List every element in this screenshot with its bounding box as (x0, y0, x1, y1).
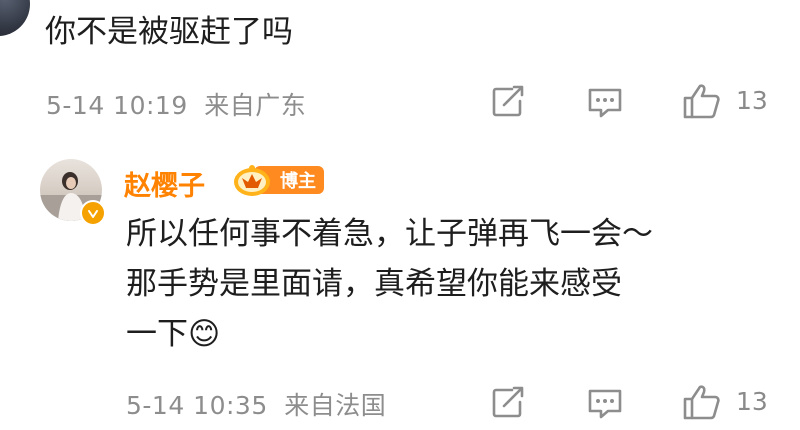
username[interactable]: 赵樱子 (124, 164, 205, 203)
like-count: 13 (736, 86, 768, 115)
comment-text-line: 一下😊 (126, 310, 220, 358)
comment-meta: 5-14 10:19 来自广东 (46, 86, 306, 122)
avatar-previous[interactable] (0, 0, 30, 36)
comment-icon[interactable] (586, 86, 624, 120)
share-icon[interactable] (490, 386, 526, 420)
share-icon[interactable] (490, 85, 526, 119)
comment-source: 来自广东 (204, 91, 307, 120)
smile-emoji: 😊 (188, 316, 221, 352)
comment-meta: 5-14 10:35 来自法国 (126, 386, 386, 422)
comment-text-line: 那手势是里面请，真希望你能来感受 (126, 266, 622, 302)
thumbs-up-icon[interactable] (682, 82, 722, 120)
comment-text-line: 所以任何事不着急，让子弹再飞一会～ (126, 216, 653, 252)
verified-badge-icon (80, 200, 106, 226)
crown-icon (232, 160, 272, 198)
comment-text-line-3: 一下 (126, 316, 188, 352)
thumbs-up-icon[interactable] (682, 383, 722, 421)
comment-time: 5-14 10:35 (126, 391, 268, 420)
comment-time: 5-14 10:19 (46, 91, 188, 120)
comment-source: 来自法国 (284, 391, 387, 420)
like-count: 13 (736, 387, 768, 416)
comment-icon[interactable] (586, 387, 624, 421)
comment-text: 你不是被驱赶了吗 (45, 14, 293, 50)
author-badge-label: 博主 (280, 171, 316, 192)
